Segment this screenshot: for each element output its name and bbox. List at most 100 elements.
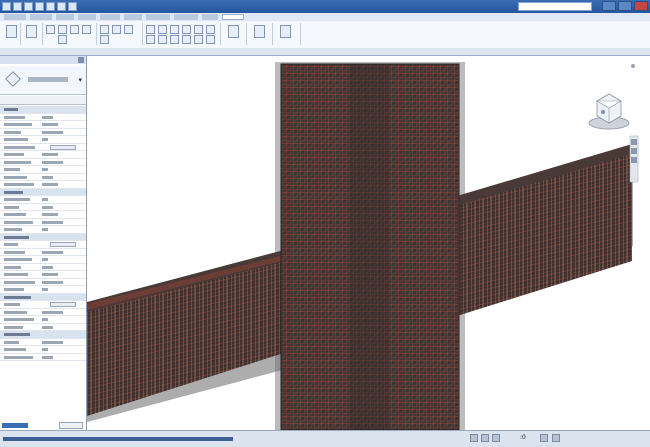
tab-architecture[interactable] [4, 14, 26, 20]
properties-icon[interactable] [26, 25, 37, 38]
save-icon[interactable] [24, 2, 33, 11]
property-group-header[interactable] [0, 188, 86, 196]
minimize-button[interactable] [602, 1, 616, 11]
align-icon[interactable] [146, 25, 155, 34]
open-icon[interactable] [13, 2, 22, 11]
maximize-button[interactable] [618, 1, 632, 11]
array-icon[interactable] [170, 35, 179, 44]
split-face-icon[interactable] [100, 35, 109, 44]
tab-annotate[interactable] [100, 14, 120, 20]
property-row[interactable] [0, 316, 86, 324]
mirror-icon[interactable] [170, 25, 179, 34]
property-row[interactable] [0, 159, 86, 166]
cut-icon[interactable] [58, 25, 67, 34]
property-row[interactable] [0, 136, 86, 144]
paste-icon[interactable] [46, 25, 55, 34]
tab-systems[interactable] [56, 14, 74, 20]
property-row[interactable] [0, 174, 86, 181]
edit-button[interactable] [50, 302, 76, 307]
property-row[interactable] [0, 339, 86, 346]
join-geometry-icon[interactable] [124, 25, 133, 34]
property-row[interactable] [0, 256, 86, 264]
chevron-down-icon[interactable]: ▾ [78, 76, 82, 84]
property-row[interactable] [0, 286, 86, 294]
property-row[interactable] [0, 129, 86, 136]
tab-modify[interactable] [222, 14, 244, 20]
tab-analyze[interactable] [124, 14, 142, 20]
navigation-cube-icon[interactable] [588, 93, 630, 130]
properties-help-link[interactable] [2, 423, 28, 428]
measure-tool-icon[interactable] [254, 25, 265, 38]
create-icon[interactable] [280, 25, 291, 38]
property-row[interactable] [0, 271, 86, 279]
type-selector[interactable]: ▾ [0, 66, 86, 95]
property-row[interactable] [0, 354, 86, 361]
instance-filter-dropdown[interactable] [0, 96, 86, 105]
search-input[interactable] [518, 2, 592, 11]
move-icon[interactable] [182, 25, 191, 34]
copy-icon[interactable] [70, 25, 79, 34]
delete-icon[interactable] [206, 35, 215, 44]
property-row[interactable] [0, 249, 86, 256]
worksets-icon[interactable] [470, 434, 478, 442]
apply-button[interactable] [59, 422, 83, 429]
edit-button[interactable] [50, 144, 76, 150]
pin-icon[interactable] [194, 35, 203, 44]
property-row[interactable] [0, 219, 86, 226]
rotate-icon[interactable] [206, 25, 215, 34]
tab-collaborate[interactable] [174, 14, 198, 20]
cut-geometry-icon[interactable] [112, 25, 121, 34]
tab-massing[interactable] [146, 14, 170, 20]
app-menu-icon[interactable] [2, 2, 11, 11]
trim-icon[interactable] [146, 35, 155, 44]
property-row[interactable] [0, 204, 86, 211]
property-row[interactable] [0, 121, 86, 129]
split-icon[interactable] [158, 35, 167, 44]
property-row[interactable] [0, 264, 86, 271]
tab-view[interactable] [202, 14, 218, 20]
property-group-header[interactable] [0, 331, 86, 339]
property-row[interactable] [0, 279, 86, 286]
property-row[interactable] [0, 151, 86, 159]
modify-tool-icon[interactable] [6, 25, 17, 38]
design-options-icon[interactable] [481, 434, 489, 442]
filter-icon[interactable] [540, 434, 548, 442]
join-icon[interactable] [58, 35, 67, 44]
property-row[interactable] [0, 196, 86, 204]
3d-viewport[interactable] [87, 56, 650, 430]
match-icon[interactable] [82, 25, 91, 34]
view-icon[interactable] [228, 25, 239, 38]
property-row[interactable] [0, 166, 86, 174]
copy-element-icon[interactable] [194, 25, 203, 34]
select-links-icon[interactable] [492, 434, 500, 442]
editable-only-icon[interactable] [552, 434, 560, 442]
property-row[interactable] [0, 114, 86, 121]
undo-icon[interactable] [35, 2, 44, 11]
property-row[interactable] [0, 346, 86, 354]
property-row[interactable] [0, 309, 86, 316]
pan-icon[interactable] [631, 157, 637, 163]
measure-icon[interactable] [68, 2, 77, 11]
tab-structure[interactable] [30, 14, 52, 20]
property-row[interactable] [0, 144, 86, 151]
property-group-header[interactable] [0, 106, 86, 114]
property-row[interactable] [0, 226, 86, 234]
tab-insert[interactable] [78, 14, 96, 20]
redo-icon[interactable] [46, 2, 55, 11]
property-group-header[interactable] [0, 233, 86, 241]
property-row[interactable] [0, 181, 86, 189]
close-icon[interactable] [78, 57, 84, 63]
offset-icon[interactable] [158, 25, 167, 34]
property-row[interactable] [0, 211, 86, 219]
property-row[interactable] [0, 241, 86, 249]
edit-button[interactable] [50, 242, 76, 247]
viewport-close-icon[interactable] [631, 64, 635, 68]
zoom-icon[interactable] [631, 148, 637, 154]
steering-wheel-icon[interactable] [631, 139, 637, 145]
property-group-header[interactable] [0, 293, 86, 301]
property-row[interactable] [0, 324, 86, 331]
property-row[interactable] [0, 301, 86, 309]
close-button[interactable] [634, 1, 648, 11]
scale-icon[interactable] [182, 35, 191, 44]
cope-icon[interactable] [100, 25, 109, 34]
